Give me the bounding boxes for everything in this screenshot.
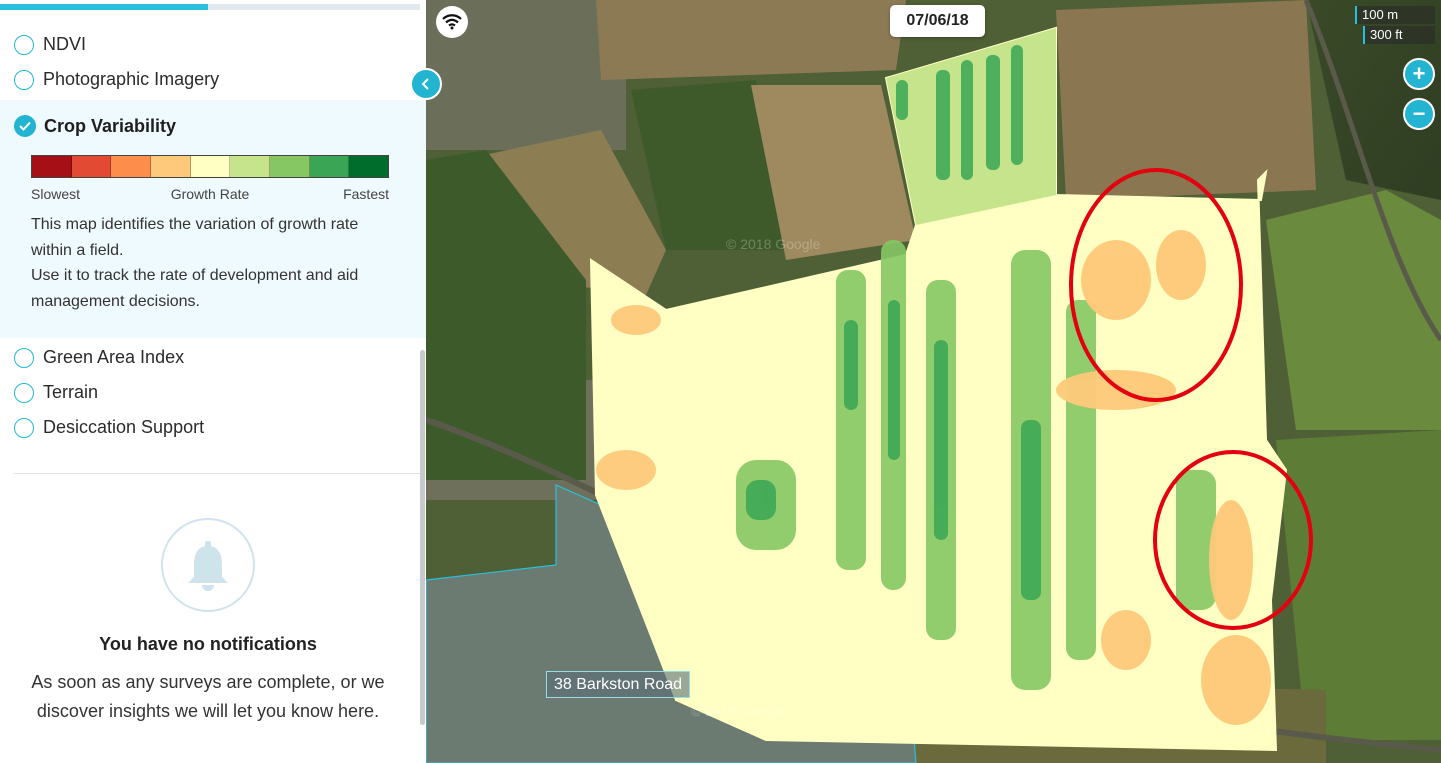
layer-option-terrain[interactable]: Terrain: [14, 382, 98, 403]
radio-button[interactable]: [14, 34, 34, 55]
layer-label: Green Area Index: [43, 347, 185, 367]
layer-option-desiccation-support[interactable]: Desiccation Support: [14, 417, 204, 438]
scale-imperial: 300 ft: [1363, 26, 1435, 44]
layer-sidebar: NDVI Photographic Imagery Crop Variabili…: [0, 0, 427, 763]
description-line-1: This map identifies the variation of gro…: [31, 216, 359, 259]
zoom-in-button[interactable]: +: [1403, 58, 1435, 90]
progress-fill: [0, 4, 208, 10]
layer-label: Desiccation Support: [43, 417, 205, 437]
loading-progress-bar: [0, 4, 420, 10]
notifications-body: As soon as any surveys are complete, or …: [31, 672, 385, 721]
legend-swatch: [349, 156, 389, 177]
legend-swatch: [151, 156, 191, 177]
layer-label: Photographic Imagery: [43, 69, 220, 89]
notifications-title: You have no notifications: [99, 634, 317, 654]
zoom-out-button[interactable]: −: [1403, 98, 1435, 130]
layer-label: Crop Variability: [44, 115, 177, 136]
map-watermark: © 2018 Google: [726, 236, 821, 252]
layer-label: NDVI: [43, 34, 87, 54]
divider: [14, 473, 422, 474]
wifi-icon[interactable]: [436, 6, 468, 38]
radio-button[interactable]: [14, 347, 34, 368]
scrollbar[interactable]: [420, 350, 425, 725]
legend-swatch: [111, 156, 152, 177]
legend-swatch: [71, 156, 112, 177]
radio-button[interactable]: [14, 417, 34, 438]
layer-label: Terrain: [43, 382, 99, 402]
bell-icon: [161, 518, 255, 612]
growth-rate-legend: [31, 155, 389, 178]
chevron-left-icon: [421, 78, 429, 90]
map-view[interactable]: © 2018 Google © 2018 Google: [426, 0, 1441, 763]
scale-metric: 100 m: [1355, 6, 1435, 24]
layer-description: This map identifies the variation of gro…: [31, 212, 401, 314]
legend-swatch: [32, 156, 72, 177]
map-scale: 100 m 300 ft: [1355, 6, 1435, 44]
layer-option-photographic-imagery[interactable]: Photographic Imagery: [14, 69, 219, 90]
layer-option-ndvi[interactable]: NDVI: [14, 34, 86, 55]
radio-button[interactable]: [14, 382, 34, 403]
legend-swatch: [230, 156, 271, 177]
layer-option-crop-variability[interactable]: Crop Variability: [14, 115, 176, 137]
description-line-2: Use it to track the rate of development …: [31, 267, 359, 310]
legend-swatch: [270, 156, 310, 177]
legend-swatch: [309, 156, 350, 177]
radio-button[interactable]: [14, 69, 34, 90]
check-icon[interactable]: [14, 115, 36, 137]
field-address-label[interactable]: 38 Barkston Road: [546, 671, 691, 698]
map-watermark: © 2018 Google: [691, 703, 786, 719]
legend-left-label: Slowest: [31, 186, 81, 202]
legend-swatch: [190, 156, 231, 177]
satellite-map: [426, 0, 1441, 763]
legend-center-label: Growth Rate: [170, 186, 250, 202]
collapse-sidebar-button[interactable]: [410, 68, 442, 100]
layer-option-green-area-index[interactable]: Green Area Index: [14, 347, 184, 368]
legend-right-label: Fastest: [343, 186, 389, 202]
survey-date-chip[interactable]: 07/06/18: [890, 5, 985, 37]
